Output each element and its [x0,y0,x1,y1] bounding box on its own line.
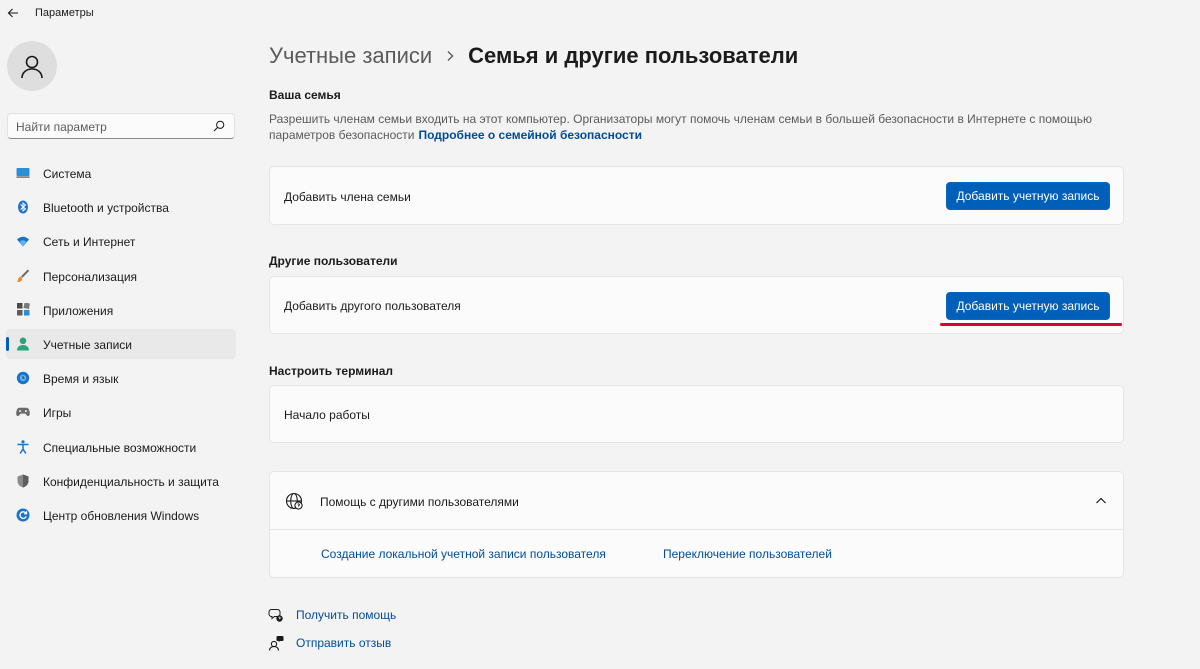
gamepad-icon [16,405,30,419]
feedback-icon [268,635,284,651]
add-family-member-card: Добавить члена семьи Добавить учетную за… [269,166,1124,225]
wifi-icon [16,234,30,248]
get-help-label: Получить помощь [296,608,397,622]
sidebar-item-time-language[interactable]: Время и язык [6,363,236,393]
help-card: Помощь с другими пользователями Создание… [269,471,1124,578]
globe-icon [285,492,303,510]
family-safety-link[interactable]: Подробнее о семейной безопасности [418,128,642,142]
sidebar-item-label: Сеть и Интернет [43,235,136,250]
get-help-link[interactable]: Получить помощь [268,607,396,623]
chevron-right-icon [446,50,454,62]
app-title: Параметры [35,7,94,19]
other-users-section-title: Другие пользователи [269,254,398,268]
sidebar-item-label: Игры [43,406,72,421]
page-title: Семья и другие пользователи [468,43,799,68]
kiosk-get-started-label: Начало работы [284,408,370,422]
sidebar-item-bluetooth[interactable]: Bluetooth и устройства [6,192,236,222]
bluetooth-icon [16,200,30,214]
create-local-account-link[interactable]: Создание локальной учетной записи пользо… [321,547,606,561]
send-feedback-link[interactable]: Отправить отзыв [268,635,391,651]
add-other-user-label: Добавить другого пользователя [284,299,461,313]
sidebar-item-label: Персонализация [43,269,138,284]
search-box[interactable] [7,113,235,139]
sidebar-item-windows-update[interactable]: Центр обновления Windows [6,500,236,530]
sidebar-item-accounts[interactable]: Учетные записи [6,328,236,359]
add-family-account-button[interactable]: Добавить учетную запись [946,182,1110,210]
sidebar-nav: Система Bluetooth и устройства Сеть и Ин… [6,158,236,534]
brush-icon [16,269,30,283]
highlight-underline [940,323,1122,326]
sidebar-item-label: Время и язык [43,372,119,387]
user-avatar-icon [21,55,43,79]
breadcrumb-parent[interactable]: Учетные записи [269,43,432,69]
family-section-title: Ваша семья [269,88,341,102]
sidebar-item-apps[interactable]: Приложения [6,295,236,325]
apps-icon [16,303,30,317]
chevron-up-icon[interactable] [1095,495,1107,507]
sidebar-item-label: Учетные записи [43,337,132,352]
kiosk-card[interactable]: Начало работы [269,385,1124,443]
sidebar-item-label: Специальные возможности [43,440,197,455]
avatar[interactable] [7,41,57,91]
shield-icon [16,474,30,488]
search-icon[interactable] [213,120,225,132]
add-other-account-button[interactable]: Добавить учетную запись [946,292,1110,320]
user-icon [16,337,30,351]
monitor-icon [16,166,30,180]
family-description-text: Разрешить членам семьи входить на этот к… [269,112,1092,142]
globe-clock-icon [16,371,30,385]
sidebar-item-system[interactable]: Система [6,158,236,188]
family-description: Разрешить членам семьи входить на этот к… [269,111,1119,143]
sidebar-item-label: Центр обновления Windows [43,508,200,523]
switch-users-link[interactable]: Переключение пользователей [663,547,832,561]
kiosk-section-title: Настроить терминал [269,364,394,378]
help-expander-header[interactable]: Помощь с другими пользователями [270,472,1123,530]
add-family-member-label: Добавить члена семьи [284,190,411,204]
help-title: Помощь с другими пользователями [320,495,519,509]
sidebar-item-label: Система [43,167,92,181]
sidebar-item-gaming[interactable]: Игры [6,397,236,427]
sidebar-item-label: Конфиденциальность и защита [43,474,219,489]
sidebar-item-label: Приложения [43,303,114,318]
back-button[interactable] [4,4,22,22]
help-chat-icon [268,607,284,623]
send-feedback-label: Отправить отзыв [296,636,392,650]
sidebar-item-personalization[interactable]: Персонализация [6,261,236,291]
breadcrumb: Учетные записи Семья и другие пользовате… [269,43,798,69]
sidebar-item-network[interactable]: Сеть и Интернет [6,226,236,256]
sidebar-item-accessibility[interactable]: Специальные возможности [6,432,236,462]
title-bar: Параметры [0,0,1200,28]
sidebar-item-label: Bluetooth и устройства [43,201,169,216]
search-input[interactable] [16,118,206,136]
arrow-left-icon [7,8,18,18]
sidebar-item-privacy[interactable]: Конфиденциальность и защита [6,466,236,496]
update-icon [16,508,30,522]
accessibility-icon [16,439,30,454]
